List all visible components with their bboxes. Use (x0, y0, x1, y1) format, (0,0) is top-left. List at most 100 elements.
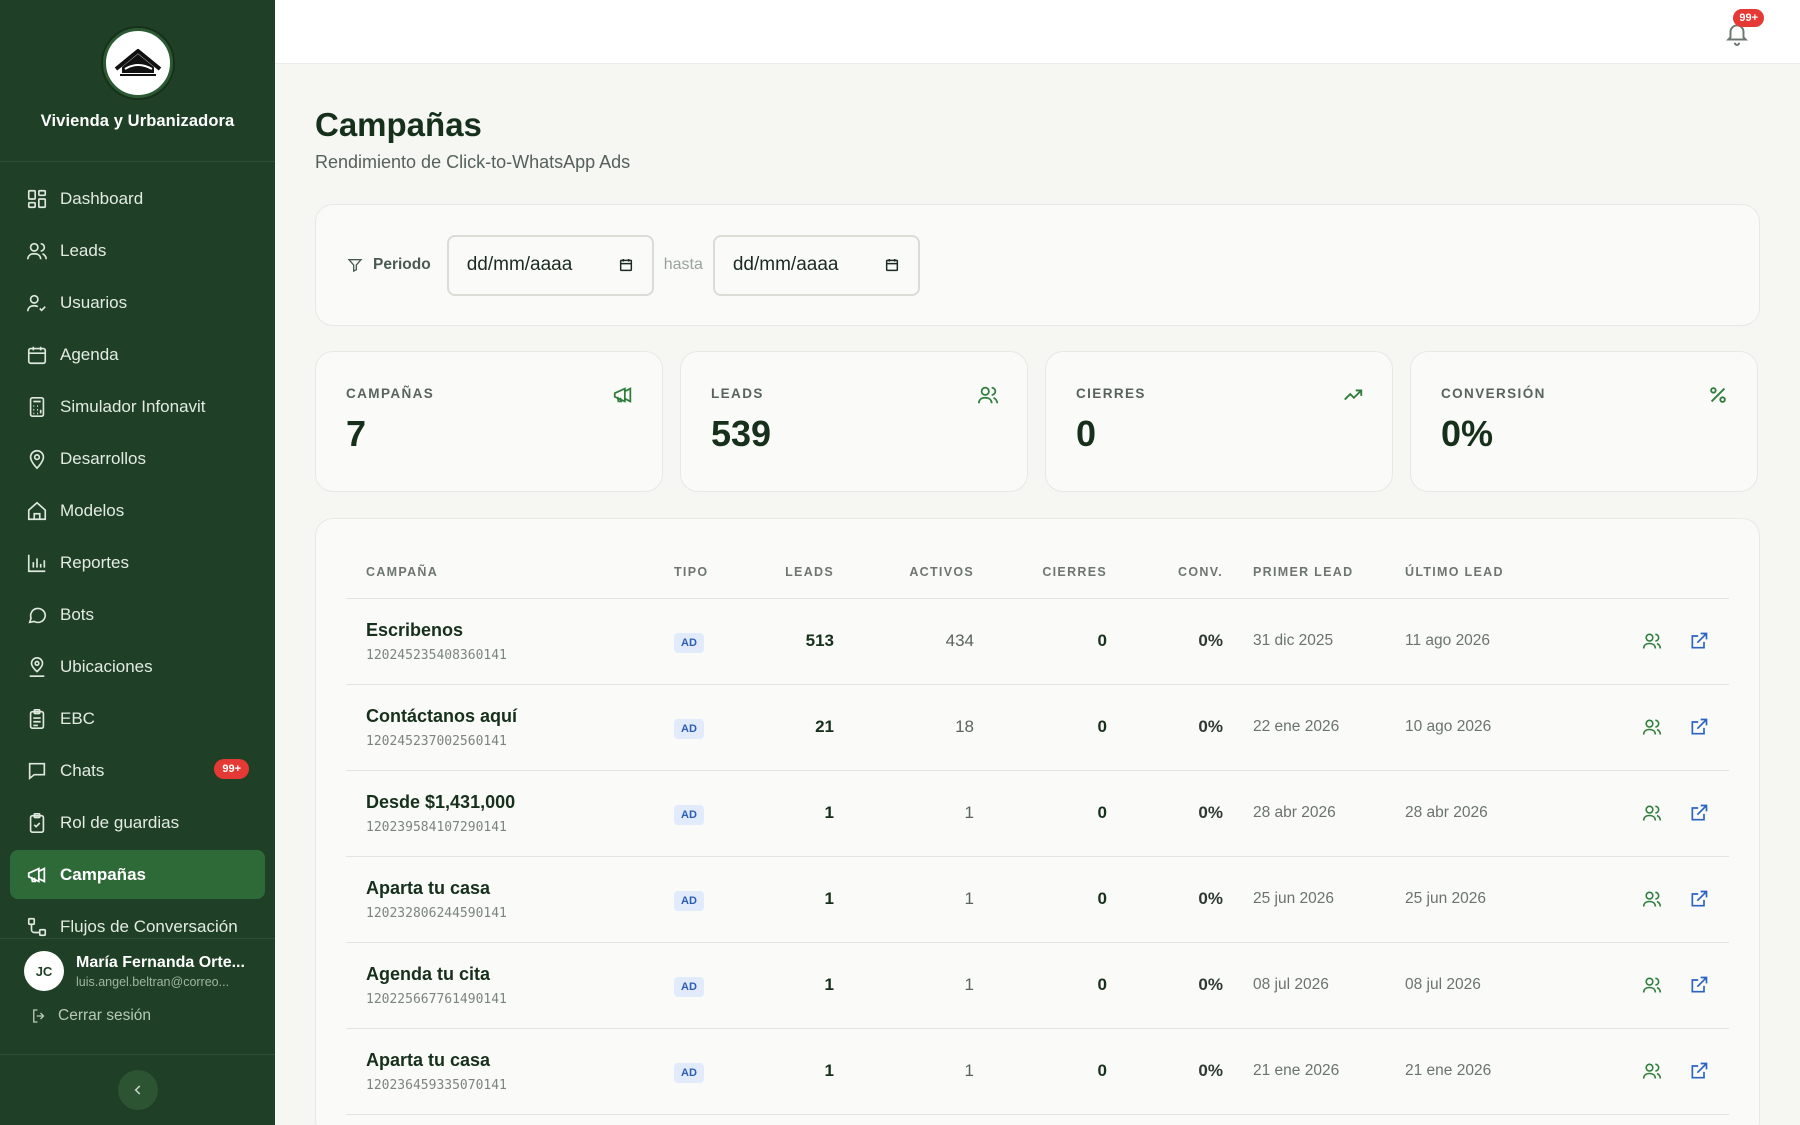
sidebar-item-reportes[interactable]: Reportes (10, 538, 265, 587)
sidebar-item-modelos[interactable]: Modelos (10, 486, 265, 535)
sidebar: Vivienda y Urbanizadora Dashboard Leads … (0, 0, 275, 1125)
table-row[interactable]: Aparta tu casa 120232806244590141 AD 1 1 … (346, 856, 1729, 943)
calendar-icon[interactable] (618, 257, 634, 273)
house-icon (27, 501, 47, 520)
conversion-rate: 0% (1107, 598, 1223, 685)
sidebar-item-leads[interactable]: Leads (10, 226, 265, 275)
col-header-conv[interactable]: CONV. (1107, 519, 1223, 599)
stat-value: 7 (346, 413, 367, 454)
campaigns-table-card: CAMPAÑA TIPO LEADS ACTIVOS CIERRES CONV.… (315, 518, 1760, 1125)
period-filter: Periodo dd/mm/aaaa hasta dd/mm/aaaa (315, 204, 1760, 326)
row-actions (1595, 942, 1729, 1029)
external-link-icon[interactable] (1689, 975, 1709, 995)
date-from-input[interactable]: dd/mm/aaaa (446, 234, 654, 296)
sidebar-item-label: Dashboard (60, 188, 144, 208)
brand-logo[interactable] (102, 28, 173, 98)
campaign-id: 120236459335070141 (366, 1077, 507, 1093)
page-title: Campañas (315, 106, 482, 143)
col-header-leads[interactable]: LEADS (759, 519, 834, 599)
sidebar-item-label: Campañas (60, 864, 146, 884)
sidebar-item-agenda[interactable]: Agenda (10, 330, 265, 379)
campaign-id: 120225667761490141 (366, 991, 507, 1007)
user-profile: JC María Fernanda Orte... luis.angel.bel… (0, 938, 275, 1054)
user-check-icon (27, 294, 46, 312)
last-lead-date: 21 ene 2026 (1405, 1028, 1595, 1115)
sidebar-item-chats[interactable]: Chats 99+ (10, 746, 265, 795)
last-lead-date: 08 jul 2026 (1405, 942, 1595, 1029)
sidebar-item-campanas[interactable]: Campañas (10, 850, 265, 899)
campaign-name: Contáctanos aquí (366, 705, 518, 726)
conversion-rate: 0% (1107, 1028, 1223, 1115)
col-header-activos[interactable]: ACTIVOS (834, 519, 974, 599)
col-header-cierres[interactable]: CIERRES (974, 519, 1107, 599)
last-lead-date: 10 ago 2026 (1405, 684, 1595, 771)
sidebar-item-label: Simulador Infonavit (60, 396, 206, 416)
row-actions (1595, 1028, 1729, 1115)
last-lead-date: 28 abr 2026 (1405, 770, 1595, 857)
users-icon (27, 242, 47, 259)
trending-up-icon (1344, 389, 1363, 401)
active-count: 1 (834, 770, 974, 857)
type-badge: AD (674, 977, 704, 997)
sidebar-item-desarrollos[interactable]: Desarrollos (10, 434, 265, 483)
brand-name: Vivienda y Urbanizadora (40, 112, 235, 130)
logout-button[interactable]: Cerrar sesión (0, 991, 275, 1025)
table-row[interactable]: Escribenos 120245235408360141 AD 513 434 … (346, 598, 1729, 685)
type-badge: AD (674, 891, 704, 911)
type-badge: AD (674, 719, 704, 739)
sidebar-item-label: Flujos de Conversación (60, 916, 238, 936)
table-row[interactable]: Aparta tu casa 120236459335070141 AD 1 1 … (346, 1028, 1729, 1115)
stat-value: 0 (1076, 413, 1097, 454)
sidebar-item-flujos-de-conversacion[interactable]: Flujos de Conversación (10, 902, 265, 938)
external-link-icon[interactable] (1689, 717, 1709, 737)
date-to-placeholder: dd/mm/aaaa (732, 254, 839, 275)
view-leads-icon[interactable] (1642, 975, 1662, 995)
external-link-icon[interactable] (1689, 631, 1709, 651)
stats-row: CAMPAÑAS 7 LEADS 539 CIERRES 0 CONVERSIÓ… (315, 351, 1760, 492)
sidebar-item-ubicaciones[interactable]: Ubicaciones (10, 642, 265, 691)
logout-label: Cerrar sesión (58, 1007, 152, 1024)
view-leads-icon[interactable] (1642, 717, 1662, 737)
collapse-sidebar-button[interactable] (117, 1070, 158, 1110)
campaign-name: Aparta tu casa (366, 1049, 491, 1070)
sidebar-item-label: Agenda (60, 344, 119, 364)
col-header-primer-lead[interactable]: PRIMER LEAD (1223, 519, 1405, 599)
leads-count: 1 (759, 942, 834, 1029)
col-header-tipo[interactable]: TIPO (674, 519, 759, 599)
sidebar-item-ebc[interactable]: EBC (10, 694, 265, 743)
date-to-input[interactable]: dd/mm/aaaa (712, 234, 920, 296)
view-leads-icon[interactable] (1642, 889, 1662, 909)
calendar-icon (27, 346, 47, 364)
sidebar-item-simulador-infonavit[interactable]: Simulador Infonavit (10, 382, 265, 431)
type-badge: AD (674, 1063, 704, 1083)
top-bar: 99+ (275, 0, 1800, 64)
calendar-icon[interactable] (884, 257, 900, 273)
stat-value: 0% (1441, 413, 1494, 454)
col-header-ultimo-lead[interactable]: ÚLTIMO LEAD (1405, 519, 1595, 599)
view-leads-icon[interactable] (1642, 803, 1662, 823)
bar-chart-icon (27, 554, 46, 572)
view-leads-icon[interactable] (1642, 1061, 1662, 1081)
megaphone-icon (613, 387, 632, 403)
sidebar-item-usuarios[interactable]: Usuarios (10, 278, 265, 327)
row-actions (1595, 770, 1729, 857)
view-leads-icon[interactable] (1642, 631, 1662, 651)
external-link-icon[interactable] (1689, 889, 1709, 909)
stat-card-conversion: CONVERSIÓN 0% (1410, 351, 1758, 492)
table-row[interactable]: Agenda tu cita 120225667761490141 AD 1 1 … (346, 942, 1729, 1029)
sidebar-item-label: Desarrollos (60, 448, 146, 468)
sidebar-item-rol-de-guardias[interactable]: Rol de guardias (10, 798, 265, 847)
external-link-icon[interactable] (1689, 1061, 1709, 1081)
campaign-id: 120232806244590141 (366, 905, 507, 921)
external-link-icon[interactable] (1689, 803, 1709, 823)
col-header-campana[interactable]: CAMPAÑA (346, 519, 674, 599)
user-row[interactable]: JC María Fernanda Orte... luis.angel.bel… (0, 939, 275, 991)
active-count: 18 (834, 684, 974, 771)
sidebar-item-dashboard[interactable]: Dashboard (10, 174, 265, 223)
closings-count: 0 (974, 856, 1107, 943)
notification-badge: 99+ (1733, 9, 1764, 27)
table-row[interactable]: Contáctanos aquí 120245237002560141 AD 21… (346, 684, 1729, 771)
table-row[interactable]: Desde $1,431,000 120239584107290141 AD 1 … (346, 770, 1729, 857)
calculator-icon (29, 396, 45, 417)
sidebar-item-bots[interactable]: Bots (10, 590, 265, 639)
